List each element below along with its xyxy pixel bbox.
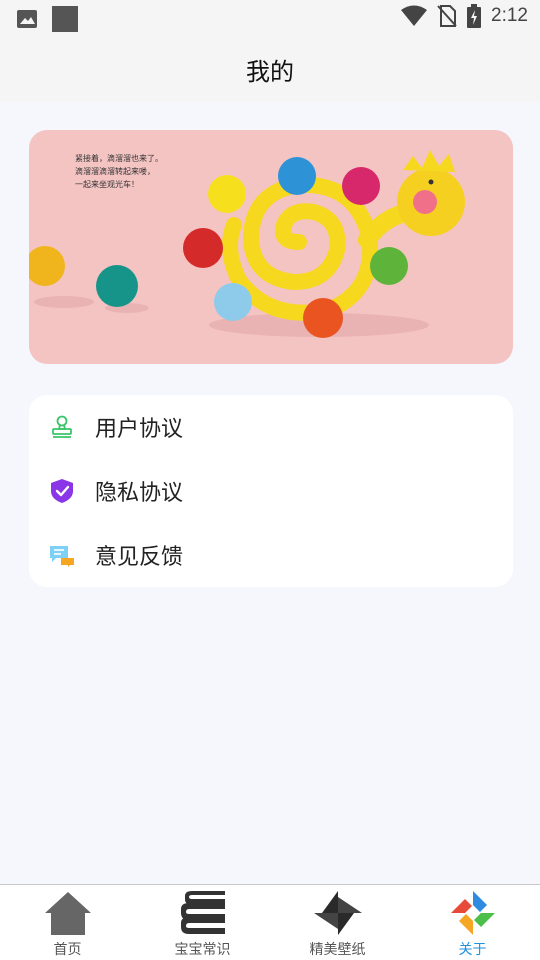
- menu-item-user-agreement[interactable]: 用户协议: [29, 396, 513, 458]
- pinwheel-icon: [314, 891, 362, 935]
- clay-snail-illustration: [29, 150, 465, 338]
- page-title: 我的: [246, 57, 294, 86]
- tab-label: 精美壁纸: [309, 942, 366, 958]
- menu-item-label: 隐私协议: [95, 481, 184, 506]
- tab-label: 首页: [53, 942, 82, 958]
- image-icon: [17, 10, 37, 28]
- menu-item-label: 用户协议: [95, 417, 184, 442]
- menu-item-feedback[interactable]: 意见反馈: [29, 524, 513, 586]
- tab-about[interactable]: 关于: [405, 885, 540, 960]
- clock: 2:12: [491, 5, 528, 26]
- menu-item-privacy-policy[interactable]: 隐私协议: [29, 460, 513, 522]
- books-icon: [181, 891, 225, 934]
- tab-label: 关于: [458, 942, 487, 958]
- settings-menu: 用户协议 隐私协议 意见反馈: [29, 395, 513, 587]
- feedback-icon: [50, 546, 74, 567]
- tab-home[interactable]: 首页: [0, 885, 135, 960]
- bottom-tab-bar: 首页 宝宝常识 精美壁纸 关于: [0, 884, 540, 960]
- battery-charging-icon: [467, 4, 482, 28]
- stamp-icon: [52, 415, 72, 438]
- tab-baby-knowledge[interactable]: 宝宝常识: [135, 885, 270, 960]
- menu-item-label: 意见反馈: [95, 545, 184, 570]
- tab-wallpapers[interactable]: 精美壁纸: [270, 885, 405, 960]
- home-icon: [45, 892, 91, 935]
- no-sim-icon: [437, 5, 457, 27]
- app-bar: 我的: [0, 36, 540, 102]
- about-icon: [451, 891, 495, 935]
- square-icon: [52, 6, 78, 32]
- shield-check-icon: [51, 479, 73, 503]
- status-bar: 2:12: [0, 0, 540, 36]
- wifi-icon: [401, 5, 428, 26]
- banner-image[interactable]: 紧接着，滴溜溜也来了。 滴溜溜滴溜转起来喽， 一起来坐观光车！: [29, 130, 513, 364]
- tab-label: 宝宝常识: [174, 942, 231, 958]
